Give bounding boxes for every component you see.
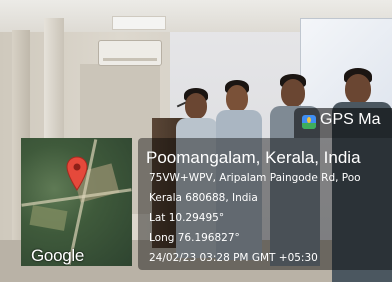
app-title: GPS Ma [320,111,381,128]
timestamp: 24/02/23 03:28 PM GMT +05:30 [149,252,318,264]
latitude: Lat 10.29495° [149,212,225,224]
map-thumbnail: Google [21,138,132,266]
ceiling-light [112,16,166,30]
longitude: Long 76.196827° [149,232,240,244]
map-pin-icon [66,156,88,191]
address-line-1: 75VW+WPV, Aripalam Paingode Rd, Poo [149,172,361,184]
air-conditioner [98,40,162,66]
background-photo: Google GPS Ma Poomangalam, Kerala, India… [0,0,392,282]
google-logo: Google [31,246,85,265]
address-line-2: Kerala 680688, India [149,192,258,204]
gps-map-camera-icon [302,115,316,129]
place-name: Poomangalam, Kerala, India [146,148,361,167]
